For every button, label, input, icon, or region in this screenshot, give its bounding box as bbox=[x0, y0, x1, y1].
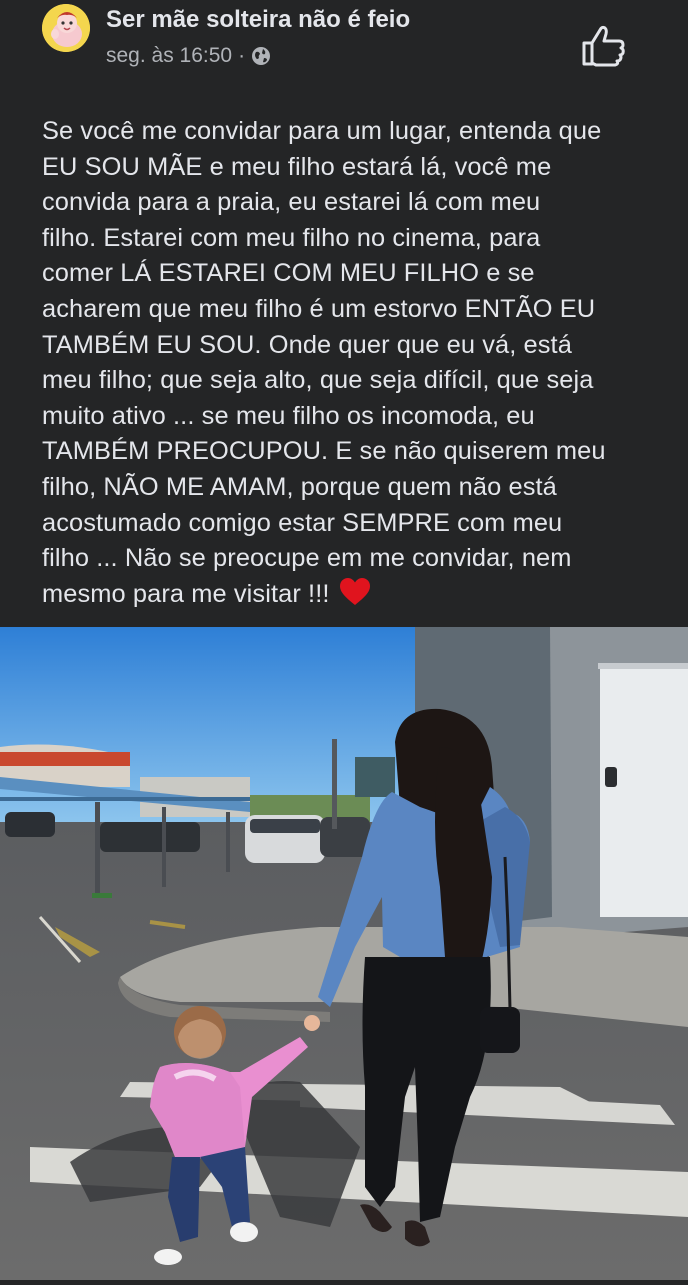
post-text-line: filho, NÃO ME AMAM, porque quem não está bbox=[42, 472, 557, 501]
post-text-line: TAMBÉM EU SOU. Onde quer que eu vá, está bbox=[42, 330, 572, 359]
post-text-line: mesmo para me visitar !!! bbox=[42, 579, 330, 608]
post-text-line: TAMBÉM PREOCUPOU. E se não quiserem meu bbox=[42, 437, 606, 466]
post-text-last-line: mesmo para me visitar !!! bbox=[42, 577, 662, 613]
post-text-line: EU SOU MÃE e meu filho estará lá, você m… bbox=[42, 152, 552, 181]
post-text-line: comer LÁ ESTAREI COM MEU FILHO e se bbox=[42, 259, 535, 288]
post-timestamp[interactable]: seg. às 16:50 bbox=[106, 44, 232, 68]
page-avatar[interactable] bbox=[42, 4, 90, 52]
thumbs-up-icon bbox=[582, 25, 625, 67]
like-button[interactable] bbox=[578, 24, 628, 68]
meta-separator: · bbox=[238, 44, 246, 67]
post-photo[interactable] bbox=[0, 627, 688, 1280]
globe-icon bbox=[251, 46, 271, 66]
post-text-line: acostumado comigo estar SEMPRE com meu bbox=[42, 508, 563, 537]
post-text-line: muito ativo ... se meu filho os incomoda… bbox=[42, 401, 535, 430]
post-text-line: meu filho; que seja alto, que seja difíc… bbox=[42, 366, 594, 395]
page-name[interactable]: Ser mãe solteira não é feio bbox=[106, 6, 410, 34]
post-header: Ser mãe solteira não é feio seg. às 16:5… bbox=[0, 0, 688, 90]
post-meta: seg. às 16:50 · bbox=[106, 44, 271, 68]
post-text-line: filho. Estarei com meu filho no cinema, … bbox=[42, 223, 541, 252]
post-text-line: acharem que meu filho é um estorvo ENTÃO… bbox=[42, 294, 596, 323]
post-text: Se você me convidar para um lugar, enten… bbox=[42, 114, 662, 612]
post-text-line: convida para a praia, eu estarei lá com … bbox=[42, 188, 541, 217]
post-text-line: Se você me convidar para um lugar, enten… bbox=[42, 117, 602, 145]
heart-emoji-icon bbox=[339, 577, 371, 607]
post-text-line: filho ... Não se preocupe em me convidar… bbox=[42, 544, 572, 573]
